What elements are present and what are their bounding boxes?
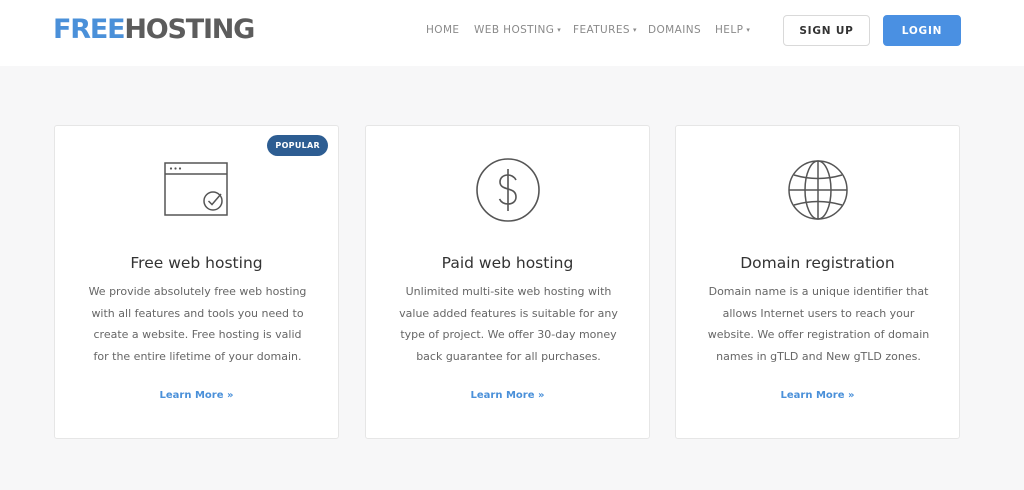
site-logo[interactable]: FREEHOSTING [53, 14, 255, 46]
nav-domains[interactable]: DOMAINS [648, 24, 701, 36]
learn-more-link[interactable]: Learn More » [55, 390, 338, 401]
card-title: Free web hosting [130, 254, 263, 272]
globe-icon [676, 160, 959, 221]
card-free-hosting: POPULAR Free web hosting We provide abso… [54, 125, 339, 439]
card-title: Paid web hosting [441, 254, 574, 272]
nav-features[interactable]: FEATURES ▾ [573, 24, 637, 36]
chevron-down-icon: ▾ [632, 26, 637, 34]
site-header: FREEHOSTING HOME WEB HOSTING ▾ FEATURES ▾ … [0, 0, 1024, 66]
learn-more-link[interactable]: Learn More » [366, 390, 649, 401]
nav-domains-label: DOMAINS [648, 24, 702, 36]
chevron-down-icon: ▾ [557, 26, 562, 34]
nav-home[interactable]: HOME [426, 24, 459, 36]
logo-free-text: FREE [53, 14, 126, 45]
nav-web-hosting[interactable]: WEB HOSTING ▾ [474, 24, 561, 36]
dollar-icon [366, 158, 649, 222]
card-paid-hosting: Paid web hosting Unlimited multi-site we… [365, 125, 650, 439]
browser-check-icon [55, 161, 338, 221]
card-domain-registration: Domain registration Domain name is a uni… [675, 125, 960, 439]
card-description: Domain name is a unique identifier that … [707, 285, 930, 363]
sign-up-button[interactable]: SIGN UP [783, 15, 870, 46]
popular-badge: POPULAR [267, 135, 328, 156]
login-button[interactable]: LOGIN [883, 15, 961, 46]
card-description: We provide absolutely free web hosting w… [88, 285, 307, 363]
nav-web-hosting-label: WEB HOSTING [474, 24, 555, 36]
nav-help-label: HELP [715, 24, 744, 36]
learn-more-link[interactable]: Learn More » [676, 390, 959, 401]
nav-home-label: HOME [426, 24, 460, 36]
card-description: Unlimited multi-site web hosting with va… [399, 285, 618, 363]
chevron-down-icon: ▾ [746, 26, 751, 34]
card-title: Domain registration [740, 254, 895, 272]
nav-help[interactable]: HELP ▾ [715, 24, 750, 36]
logo-hosting-text: HOSTING [124, 14, 255, 45]
nav-features-label: FEATURES [573, 24, 630, 36]
